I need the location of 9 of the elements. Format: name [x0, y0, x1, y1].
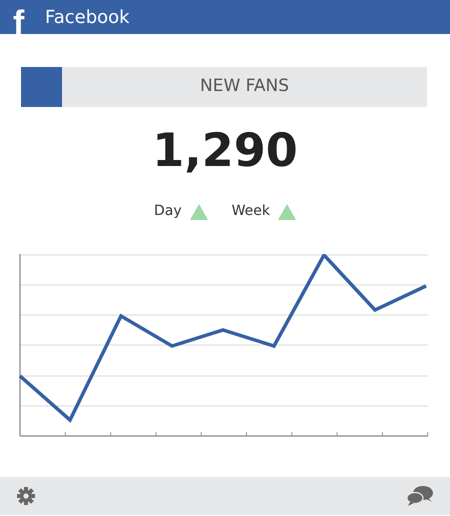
trend-label: Week [232, 202, 270, 221]
color-block-icon [21, 67, 62, 107]
trend-label: Day [154, 202, 182, 221]
settings-icon[interactable] [16, 486, 36, 506]
chat-bubbles-icon[interactable] [406, 485, 434, 507]
app-title: Facebook [45, 6, 130, 30]
metric-value: 1,290 [152, 127, 298, 173]
metric-label: NEW FANS [200, 76, 290, 96]
facebook-logo: f [13, 6, 26, 44]
